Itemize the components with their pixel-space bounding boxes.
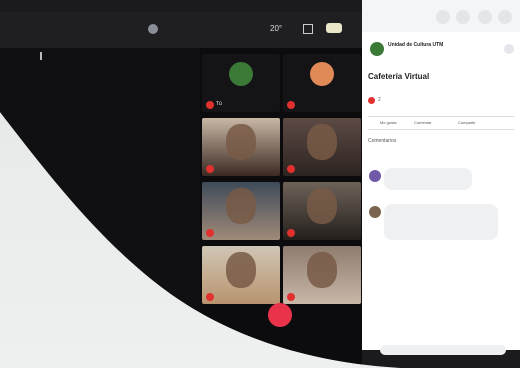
host-avatar	[148, 24, 158, 34]
browser-toolbar	[362, 0, 520, 32]
action-row: Me gusta Comentar Compartir	[368, 116, 514, 130]
menu-dots-icon[interactable]	[40, 52, 42, 60]
muted-mic-icon	[287, 101, 295, 109]
notifications-icon[interactable]	[478, 10, 492, 24]
comment-input[interactable]	[380, 345, 506, 355]
muted-mic-icon	[206, 101, 214, 109]
page-logo	[370, 42, 384, 56]
comments-header: Comentarios	[368, 138, 397, 144]
comment-bubble	[384, 168, 472, 190]
comment-bubble	[384, 204, 498, 240]
participant-tile[interactable]	[283, 54, 361, 112]
end-call-button[interactable]	[268, 303, 292, 327]
comment-button[interactable]: Comentar	[414, 120, 432, 125]
comment-avatar[interactable]	[369, 170, 381, 182]
add-icon[interactable]	[436, 10, 450, 24]
reaction-heart-icon[interactable]	[368, 97, 375, 104]
apps-icon[interactable]	[326, 23, 342, 33]
post-title: Cafetería Virtual	[368, 72, 430, 81]
account-icon[interactable]	[498, 10, 512, 24]
meeting-top-bar: 20°	[0, 12, 365, 48]
participant-avatar	[310, 62, 334, 86]
participant-name: Tú	[216, 101, 222, 107]
participant-video	[226, 252, 256, 288]
participant-tile[interactable]	[202, 246, 280, 304]
participant-video	[226, 124, 256, 160]
facebook-post-panel: Unidad de Cultura UTM Cafetería Virtual …	[362, 0, 520, 350]
participant-tile[interactable]	[283, 246, 361, 304]
page-name[interactable]: Unidad de Cultura UTM	[388, 42, 443, 48]
muted-mic-icon	[287, 165, 295, 173]
messenger-icon[interactable]	[456, 10, 470, 24]
muted-mic-icon	[206, 229, 214, 237]
participant-video	[226, 188, 256, 224]
grid-icon[interactable]	[303, 24, 313, 34]
reaction-count: 2	[378, 97, 381, 103]
share-button[interactable]: Compartir	[458, 120, 476, 125]
muted-mic-icon	[287, 229, 295, 237]
muted-mic-icon	[206, 165, 214, 173]
participant-video	[307, 252, 337, 288]
participant-video	[307, 188, 337, 224]
muted-mic-icon	[206, 293, 214, 301]
temperature-readout: 20°	[270, 24, 283, 33]
participant-tile[interactable]	[202, 182, 280, 240]
more-options-icon[interactable]	[504, 44, 514, 54]
muted-mic-icon	[287, 293, 295, 301]
comment-avatar[interactable]	[369, 206, 381, 218]
participant-tile[interactable]	[283, 118, 361, 176]
participant-video	[307, 124, 337, 160]
like-button[interactable]: Me gusta	[380, 120, 396, 125]
participant-tile[interactable]	[283, 182, 361, 240]
participant-tile[interactable]: Tú	[202, 54, 280, 112]
participant-tile[interactable]	[202, 118, 280, 176]
participant-avatar	[229, 62, 253, 86]
photo-scene: 20° Tú Unidad de Cultura UTM Cafetería V…	[0, 0, 520, 368]
